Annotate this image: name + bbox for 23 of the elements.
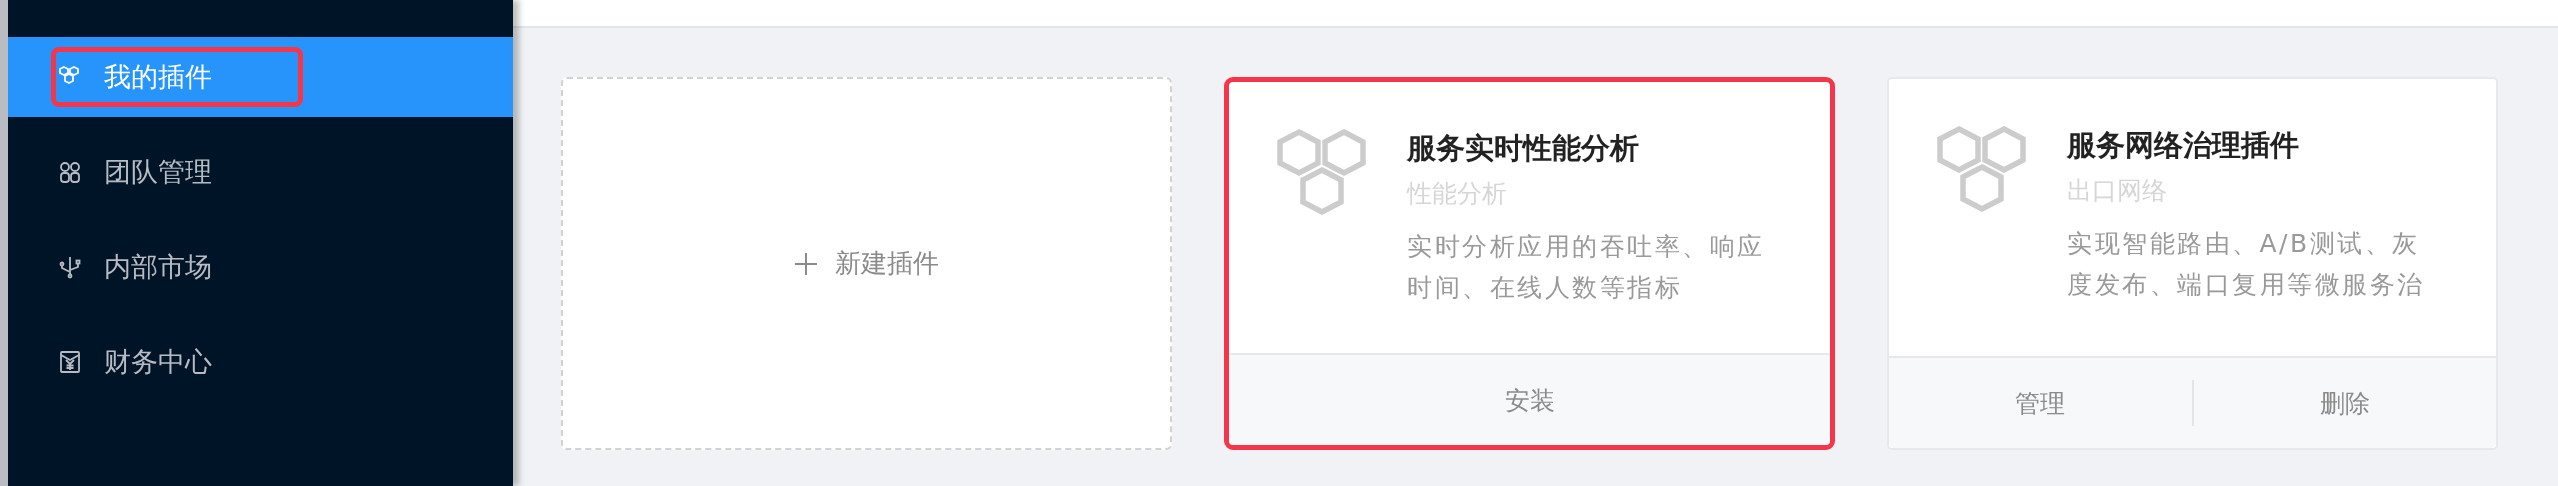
action-link[interactable]: 管理 — [1889, 386, 2192, 420]
finance-icon — [58, 350, 82, 374]
plugin-description: 实时分析应用的吞吐率、响应时间、在线人数等指标 — [1407, 231, 1766, 304]
action-link[interactable]: 安装 — [1229, 383, 1830, 417]
sidebar-item[interactable]: 我的插件 — [8, 37, 513, 117]
hexagons-icon — [1937, 125, 2027, 215]
sidebar-label: 团队管理 — [104, 155, 212, 189]
sidebar-label: 内部市场 — [104, 250, 212, 284]
hexagons-icon — [1277, 128, 1367, 218]
action-link[interactable]: 删除 — [2193, 386, 2496, 420]
new-plugin-card[interactable]: 新建插件 — [561, 77, 1172, 450]
new-plugin-label: 新建插件 — [834, 247, 939, 280]
team-icon — [58, 160, 82, 184]
sidebar-item[interactable]: 财务中心 — [8, 322, 513, 402]
plugin-title: 服务实时性能分析 — [1407, 130, 1640, 167]
plugin-title: 服务网络治理插件 — [2067, 127, 2300, 164]
plus-icon — [794, 252, 817, 275]
sidebar-item[interactable]: 内部市场 — [8, 227, 513, 307]
usb-icon — [58, 255, 82, 279]
sidebar-item[interactable]: 团队管理 — [8, 132, 513, 212]
sidebar-label: 我的插件 — [104, 60, 212, 94]
plugin-description: 实现智能路由、A/B测试、灰度发布、端口复用等微服务治 — [2067, 228, 2426, 301]
sidebar-label: 财务中心 — [104, 345, 212, 379]
